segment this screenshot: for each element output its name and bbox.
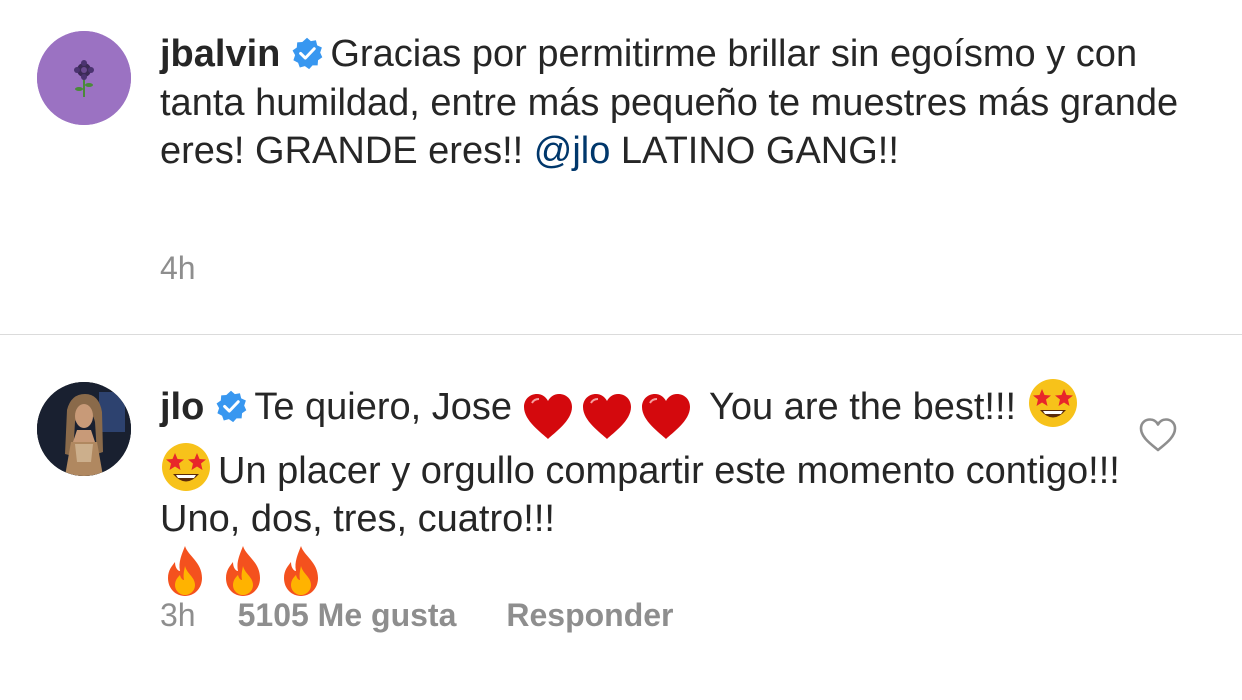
mention-link[interactable]: @jlo xyxy=(534,130,611,172)
timestamp[interactable]: 3h xyxy=(160,597,196,633)
fire-emoji-icon xyxy=(160,544,210,598)
red-heart-emoji-icon xyxy=(581,393,633,441)
fire-emoji-icon xyxy=(218,544,268,598)
comment-text-3: Un placer y orgullo compartir este momen… xyxy=(160,449,1120,541)
likes-count-link[interactable]: 5105 Me gusta xyxy=(238,597,457,633)
comment-text-end: LATINO GANG!! xyxy=(610,130,899,172)
star-struck-emoji-icon xyxy=(160,441,212,493)
comment-meta: 4h xyxy=(160,250,196,287)
timestamp[interactable]: 4h xyxy=(160,250,196,286)
comment-jlo: jlo Te quiero, Jose You are the best!!! Un… xyxy=(0,335,1242,700)
comment-meta: 3h 5105 Me gusta Responder xyxy=(160,597,674,634)
comment-body: jlo Te quiero, Jose You are the best!!! Un… xyxy=(160,377,1120,600)
heart-emoji-group xyxy=(522,391,699,441)
comment-text: Te quiero, Jose xyxy=(254,386,513,428)
fire-emoji-icon xyxy=(276,544,326,598)
verified-badge-icon xyxy=(214,389,248,423)
comment-body: jbalvin Gracias por permitirme brillar si… xyxy=(160,30,1200,176)
username-link[interactable]: jlo xyxy=(160,386,204,428)
comment-jbalvin: jbalvin Gracias por permitirme brillar si… xyxy=(0,0,1242,334)
heart-outline-icon[interactable] xyxy=(1138,417,1178,453)
red-heart-emoji-icon xyxy=(522,393,574,441)
avatar-jbalvin[interactable] xyxy=(37,31,131,125)
profile-photo-avatar xyxy=(37,382,131,476)
sunflower-icon xyxy=(37,31,131,125)
avatar-jlo[interactable] xyxy=(37,382,131,476)
username-link[interactable]: jbalvin xyxy=(160,33,280,75)
red-heart-emoji-icon xyxy=(640,393,692,441)
star-struck-emoji-icon xyxy=(1027,377,1079,429)
reply-button[interactable]: Responder xyxy=(506,597,673,633)
verified-badge-icon xyxy=(290,36,324,70)
comment-text-2: You are the best!!! xyxy=(709,386,1027,428)
